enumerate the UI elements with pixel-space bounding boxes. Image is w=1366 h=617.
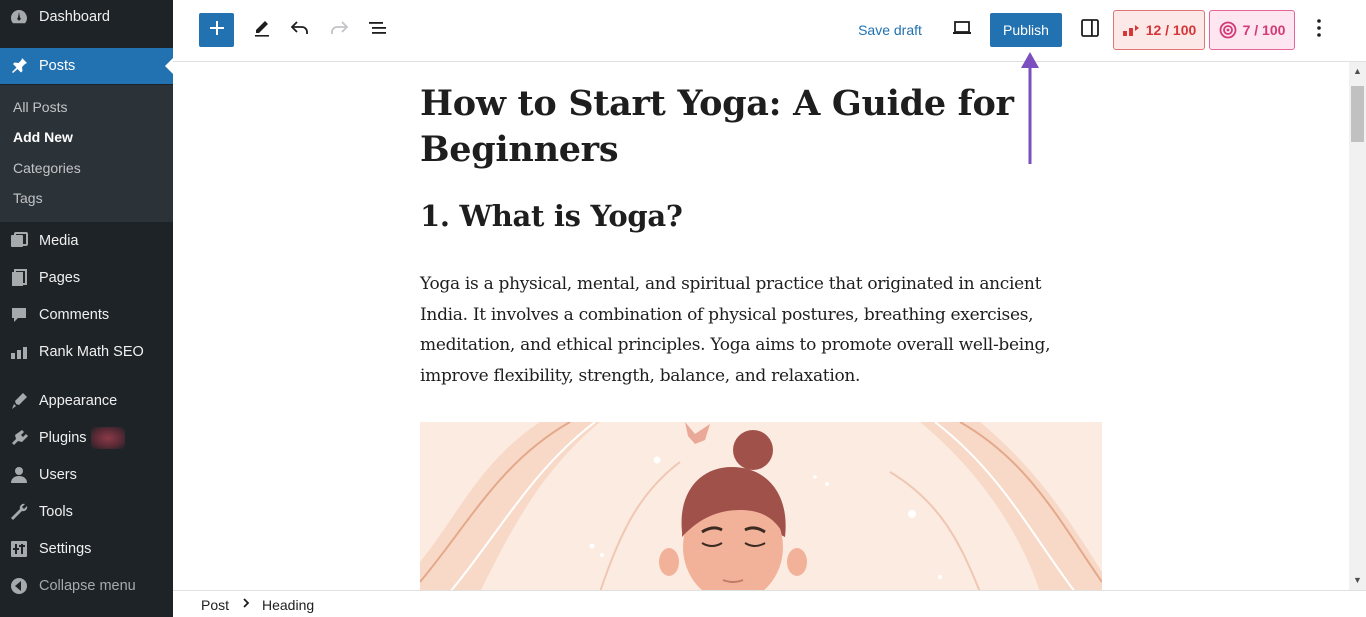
annotation-arrow-icon <box>1021 52 1039 164</box>
chevron-right-icon <box>241 596 251 613</box>
breadcrumb-heading[interactable]: Heading <box>262 597 314 613</box>
redo-button[interactable] <box>326 13 352 47</box>
save-draft-button[interactable]: Save draft <box>855 13 925 47</box>
editor-toolbar: Save draft Publish 12 / 100 7 / 100 <box>173 0 1366 62</box>
collapse-icon <box>9 576 29 596</box>
admin-sidebar: Dashboard Posts All Posts Add New Catego… <box>0 0 173 617</box>
menu-label: Media <box>39 233 79 249</box>
menu-comments[interactable]: Comments <box>0 297 173 333</box>
pin-icon <box>9 56 29 76</box>
submenu-all-posts[interactable]: All Posts <box>13 99 67 115</box>
tools-icon <box>9 502 29 522</box>
comments-icon <box>9 305 29 325</box>
collapse-menu-button[interactable]: Collapse menu <box>0 568 173 604</box>
yoga-illustration-image[interactable] <box>420 422 1102 590</box>
menu-pages[interactable]: Pages <box>0 260 173 296</box>
readability-score-button[interactable]: 7 / 100 <box>1209 10 1295 50</box>
preview-icon <box>951 17 973 44</box>
tools-button[interactable] <box>249 13 275 47</box>
editor-canvas: How to Start Yoga: A Guide for Beginners… <box>173 63 1349 590</box>
block-breadcrumb: Post Heading <box>173 590 1366 617</box>
appearance-icon <box>9 391 29 411</box>
settings-panel-toggle[interactable] <box>1077 13 1103 47</box>
settings-icon <box>9 539 29 559</box>
submenu-add-new[interactable]: Add New <box>13 129 73 145</box>
menu-tools[interactable]: Tools <box>0 494 173 530</box>
options-menu-button[interactable] <box>1307 13 1331 47</box>
readability-score-value: 7 / 100 <box>1242 22 1286 38</box>
menu-plugins[interactable]: Plugins <box>0 420 173 456</box>
publish-button[interactable]: Publish <box>990 13 1062 47</box>
update-count-badge <box>90 427 125 449</box>
menu-label: Plugins <box>39 430 87 446</box>
menu-dashboard[interactable]: Dashboard <box>0 0 173 34</box>
heading-block[interactable]: 1. What is Yoga? <box>420 199 683 233</box>
submenu-tags[interactable]: Tags <box>13 190 43 206</box>
menu-label: Posts <box>39 58 76 74</box>
pages-icon <box>9 268 29 288</box>
media-icon <box>9 231 29 251</box>
preview-button[interactable] <box>949 13 975 47</box>
readability-icon <box>1219 21 1237 39</box>
editor-scrollbar[interactable]: ▲ ▼ <box>1349 62 1366 590</box>
list-view-button[interactable] <box>365 13 391 47</box>
menu-posts[interactable]: Posts <box>0 48 173 84</box>
rank-math-icon <box>1122 23 1140 37</box>
kebab-menu-icon <box>1316 18 1322 43</box>
submenu-categories[interactable]: Categories <box>13 160 81 176</box>
menu-label: Appearance <box>39 393 118 409</box>
undo-button[interactable] <box>287 13 313 47</box>
plus-icon <box>208 19 226 42</box>
menu-label: Collapse menu <box>39 578 136 594</box>
undo-icon <box>289 17 311 44</box>
paragraph-block[interactable]: Yoga is a physical, mental, and spiritua… <box>420 269 1090 391</box>
scroll-down-icon[interactable]: ▼ <box>1353 575 1362 585</box>
dashboard-icon <box>9 7 29 27</box>
menu-label: Comments <box>39 307 110 323</box>
users-icon <box>9 465 29 485</box>
menu-media[interactable]: Media <box>0 223 173 259</box>
scrollbar-thumb[interactable] <box>1351 86 1364 142</box>
posts-submenu: All Posts Add New Categories Tags <box>0 85 173 222</box>
redo-icon <box>328 17 350 44</box>
menu-label: Rank Math SEO <box>39 344 144 360</box>
seo-score-value: 12 / 100 <box>1145 22 1197 38</box>
add-block-button[interactable] <box>199 13 234 47</box>
menu-label: Settings <box>39 541 92 557</box>
menu-rank-math[interactable]: Rank Math SEO <box>0 334 173 370</box>
menu-label: Pages <box>39 270 81 286</box>
scroll-up-icon[interactable]: ▲ <box>1353 66 1362 76</box>
rank-math-icon <box>9 342 29 362</box>
menu-appearance[interactable]: Appearance <box>0 383 173 419</box>
menu-users[interactable]: Users <box>0 457 173 493</box>
post-title[interactable]: How to Start Yoga: A Guide for Beginners <box>420 81 1040 173</box>
plugins-icon <box>9 428 29 448</box>
seo-score-button[interactable]: 12 / 100 <box>1113 10 1205 50</box>
menu-label: Tools <box>39 504 73 520</box>
menu-label: Dashboard <box>39 9 110 25</box>
list-view-icon <box>367 17 389 44</box>
pencil-icon <box>252 18 272 43</box>
breadcrumb-post[interactable]: Post <box>201 597 229 613</box>
sidebar-toggle-icon <box>1079 17 1101 44</box>
menu-settings[interactable]: Settings <box>0 531 173 567</box>
menu-label: Users <box>39 467 77 483</box>
